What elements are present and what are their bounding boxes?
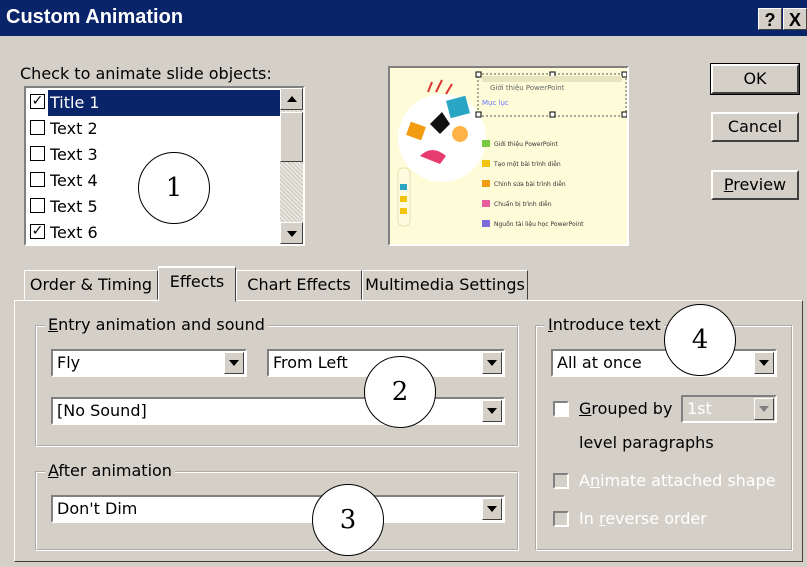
checkbox[interactable]: [30, 120, 45, 135]
chevron-down-icon[interactable]: [482, 352, 502, 374]
callout-1: 1: [138, 152, 210, 224]
checkbox[interactable]: [30, 198, 45, 213]
callout-3: 3: [312, 484, 384, 556]
preview-bullet-2: Tạo một bài trình diễn: [493, 161, 561, 168]
after-animation-value: Don't Dim: [57, 499, 138, 518]
sound-dropdown[interactable]: [No Sound]: [51, 397, 505, 425]
title-bar: Custom Animation ? X: [0, 0, 807, 36]
reverse-order-checkbox[interactable]: [553, 511, 569, 527]
tab-order-timing[interactable]: Order & Timing: [24, 270, 158, 300]
level-paragraphs-label: level paragraphs: [579, 433, 714, 452]
after-animation-group: After animation Don't Dim: [35, 461, 519, 551]
list-item-label: Text 2: [50, 119, 98, 138]
grouped-by-level-value: 1st: [687, 399, 712, 418]
checkbox[interactable]: [30, 146, 45, 161]
objects-list-label: Check to animate slide objects:: [20, 64, 272, 83]
animate-attached-shape-checkbox[interactable]: [553, 473, 569, 489]
entry-animation-group: Entry animation and sound Fly From Left …: [35, 315, 519, 447]
preview-bullet-1: Giới thiệu PowerPoint: [494, 141, 558, 148]
scroll-down-button[interactable]: [280, 222, 303, 244]
effect-dropdown[interactable]: Fly: [51, 349, 247, 377]
entry-animation-label: Entry animation and sound: [45, 315, 268, 334]
list-item-label: Text 6: [50, 223, 98, 242]
cancel-button[interactable]: Cancel: [711, 112, 799, 142]
slide-preview: Giới thiệu PowerPoint Mục lục Giới thiệu…: [388, 66, 629, 246]
after-animation-label: After animation: [45, 461, 175, 480]
dialog-title: Custom Animation: [6, 6, 184, 28]
tab-multimedia-settings[interactable]: Multimedia Settings: [362, 270, 528, 300]
preview-subtitle: Mục lục: [482, 99, 509, 107]
preview-title-text: Giới thiệu PowerPoint: [490, 84, 565, 92]
list-item-text-6[interactable]: ✓ Text 6: [28, 220, 278, 244]
chevron-down-icon[interactable]: [754, 398, 774, 420]
list-item-text-2[interactable]: Text 2: [28, 116, 278, 142]
checkbox-checked[interactable]: ✓: [30, 94, 45, 109]
animate-attached-shape-label: Animate attached shape: [579, 471, 776, 490]
tab-chart-effects[interactable]: Chart Effects: [236, 270, 362, 300]
introduce-text-dropdown[interactable]: All at once: [551, 349, 777, 377]
preview-bullet-4: Chuẩn bị trình diễn: [494, 201, 552, 208]
preview-bullet-3: Chỉnh sửa bài trình diễn: [494, 181, 566, 188]
effect-value: Fly: [57, 353, 81, 372]
scroll-thumb[interactable]: [280, 112, 303, 162]
preview-bullet-5: Nguồn tài liệu học PowerPoint: [494, 220, 584, 228]
ok-button[interactable]: OK: [710, 63, 800, 95]
after-animation-dropdown[interactable]: Don't Dim: [51, 495, 505, 523]
introduce-text-label: Introduce text: [545, 315, 664, 334]
sound-value: [No Sound]: [57, 401, 147, 420]
close-button[interactable]: X: [783, 8, 807, 30]
chevron-down-icon[interactable]: [482, 400, 502, 422]
introduce-text-group: Introduce text All at once Grouped by 1s…: [535, 315, 793, 551]
help-button[interactable]: ?: [758, 8, 782, 30]
preview-button[interactable]: Preview: [711, 170, 799, 200]
tab-effects[interactable]: Effects: [158, 266, 236, 302]
checkbox[interactable]: [30, 172, 45, 187]
reverse-order-label: In reverse order: [579, 509, 707, 528]
callout-4: 4: [664, 304, 736, 376]
grouped-by-checkbox[interactable]: [553, 401, 569, 417]
direction-value: From Left: [273, 353, 348, 372]
checkbox-checked[interactable]: ✓: [30, 224, 45, 239]
slide-thumbnail: Giới thiệu PowerPoint Mục lục Giới thiệu…: [390, 68, 628, 244]
list-scrollbar[interactable]: [280, 88, 303, 244]
chevron-down-icon[interactable]: [482, 498, 502, 520]
grouped-by-label: Grouped by: [579, 399, 673, 418]
grouped-by-level-dropdown[interactable]: 1st: [681, 395, 777, 423]
chevron-down-icon[interactable]: [224, 352, 244, 374]
callout-2: 2: [364, 356, 436, 428]
list-item-label: Title 1: [48, 90, 280, 116]
list-item-title-1[interactable]: ✓ Title 1: [28, 90, 280, 116]
chevron-down-icon[interactable]: [754, 352, 774, 374]
scroll-up-button[interactable]: [280, 88, 303, 110]
custom-animation-dialog: Custom Animation ? X Check to animate sl…: [0, 0, 807, 567]
introduce-text-value: All at once: [557, 353, 642, 372]
